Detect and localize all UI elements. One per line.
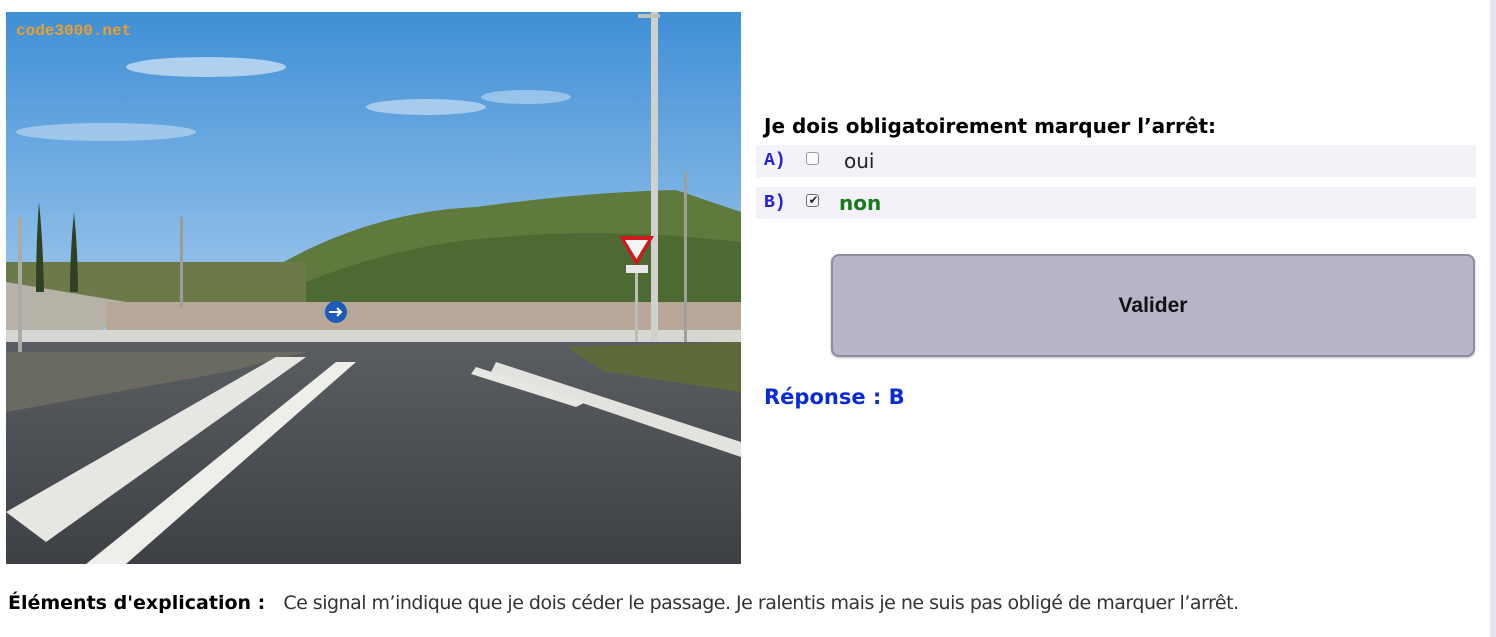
- question-photo: code3000.net: [6, 12, 741, 564]
- watermark-text: code3000.net: [16, 22, 132, 40]
- page-right-rule: [1490, 0, 1496, 637]
- option-a[interactable]: A) oui: [756, 145, 1476, 177]
- validate-button[interactable]: Valider: [831, 254, 1475, 357]
- checkmark-icon: ✔: [808, 193, 819, 207]
- explanation-text: Ce signal m’indique que je dois céder le…: [283, 592, 1239, 614]
- option-a-label: oui: [844, 149, 875, 173]
- option-a-letter: A): [764, 151, 786, 171]
- answer-text: Réponse : B: [764, 385, 905, 409]
- road-scene-image: [6, 12, 741, 564]
- option-b-letter: B): [764, 193, 786, 213]
- explanation: Éléments d'explication : Ce signal m’ind…: [8, 592, 1239, 614]
- option-b-checkbox[interactable]: ✔: [806, 193, 819, 207]
- option-b[interactable]: B) ✔ non: [756, 187, 1476, 219]
- question-text: Je dois obligatoirement marquer l’arrêt:: [764, 114, 1217, 138]
- explanation-label: Éléments d'explication :: [8, 592, 266, 614]
- option-b-label: non: [839, 191, 882, 215]
- option-a-checkbox[interactable]: [806, 152, 819, 165]
